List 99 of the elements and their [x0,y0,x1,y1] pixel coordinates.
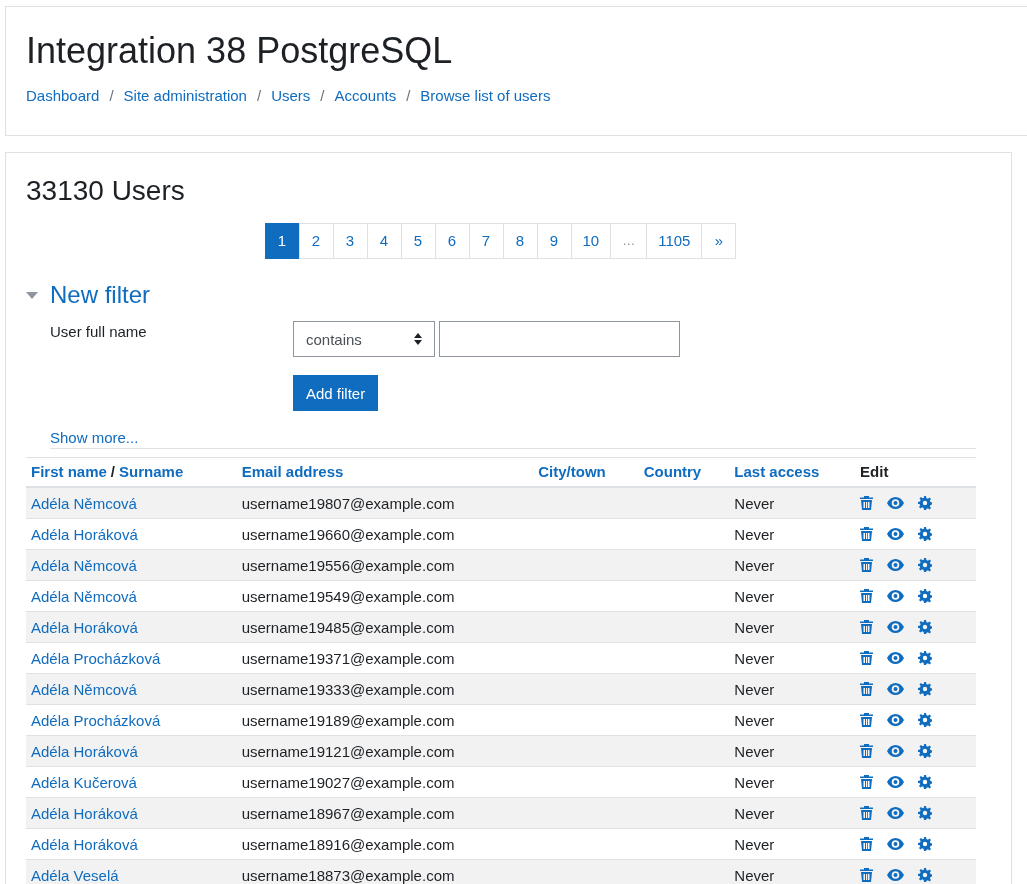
operator-select[interactable]: contains [293,321,435,357]
page-link[interactable]: 1105 [646,223,703,259]
settings-icon[interactable] [918,806,933,820]
page-link[interactable]: 4 [366,223,402,259]
page-link[interactable]: 2 [298,223,334,259]
user-name-link[interactable]: Adéla Horáková [31,525,138,543]
settings-icon[interactable] [918,682,933,696]
email-cell: username19333@example.com [236,673,534,705]
user-name-link[interactable]: Adéla Procházková [31,711,161,729]
page-link[interactable]: 6 [434,223,470,259]
eye-icon[interactable] [887,776,905,788]
trash-icon[interactable] [860,806,874,820]
page-heading: 33130 Users [26,174,186,208]
trash-icon[interactable] [860,744,874,758]
settings-icon[interactable] [918,744,933,758]
email-cell: username19556@example.com [236,549,534,581]
settings-icon[interactable] [918,496,933,510]
page-link[interactable]: 3 [332,223,368,259]
trash-icon[interactable] [860,496,874,510]
trash-icon[interactable] [860,589,874,603]
email-cell: username18873@example.com [236,859,534,884]
breadcrumb-link[interactable]: Site administration [123,87,247,104]
filter-text-input[interactable] [439,321,680,357]
trash-icon[interactable] [860,868,874,882]
settings-icon[interactable] [918,620,933,634]
last-access-cell: Never [729,797,856,829]
email-cell: username19807@example.com [236,487,534,519]
column-header: Edit [860,463,889,480]
last-access-cell: Never [729,735,856,767]
settings-icon[interactable] [918,837,933,851]
sort-header-link[interactable]: Email address [241,463,344,480]
eye-icon[interactable] [887,590,905,602]
breadcrumb-separator: / [255,87,263,104]
eye-icon[interactable] [887,497,905,509]
breadcrumb-link[interactable]: Dashboard [26,87,100,104]
page-link[interactable]: 9 [536,223,572,259]
breadcrumb-link[interactable]: Users [271,87,311,104]
pagination-ellipsis: … [610,223,648,259]
page-link[interactable]: 1 [264,223,300,259]
last-access-cell: Never [729,859,856,884]
email-cell: username19121@example.com [236,735,534,767]
email-cell: username19485@example.com [236,611,534,643]
eye-icon[interactable] [887,528,905,540]
page-link[interactable]: » [701,223,737,259]
page-link[interactable]: 10 [570,223,612,259]
page-link[interactable]: 7 [468,223,504,259]
breadcrumb-link[interactable]: Browse list of users [420,87,551,104]
trash-icon[interactable] [860,713,874,727]
trash-icon[interactable] [860,558,874,572]
settings-icon[interactable] [918,589,933,603]
filter-section-title[interactable]: New filter [50,281,151,309]
site-title: Integration 38 PostgreSQL [26,29,454,73]
breadcrumb-separator: / [405,87,412,104]
trash-icon[interactable] [860,775,874,789]
last-access-cell: Never [729,549,856,581]
eye-icon[interactable] [887,621,905,633]
filter-field-label: User full name [50,322,148,342]
breadcrumb-separator: / [108,87,115,104]
trash-icon[interactable] [860,682,874,696]
sort-header-link[interactable]: Surname [119,463,184,480]
eye-icon[interactable] [887,745,905,757]
sort-header-link[interactable]: City/town [538,463,606,480]
eye-icon[interactable] [887,838,905,850]
page-link[interactable]: 5 [400,223,436,259]
settings-icon[interactable] [918,775,933,789]
breadcrumb-link[interactable]: Accounts [334,87,397,104]
breadcrumb-separator: / [319,87,326,104]
header-separator: / [109,463,117,480]
page-link[interactable]: 8 [502,223,538,259]
last-access-cell: Never [729,673,856,705]
show-more-link[interactable]: Show more... [50,429,139,448]
user-name-link[interactable]: Adéla Horáková [31,835,138,853]
trash-icon[interactable] [860,527,874,541]
trash-icon[interactable] [860,651,874,665]
eye-icon[interactable] [887,807,905,819]
eye-icon[interactable] [887,652,905,664]
eye-icon[interactable] [887,683,905,695]
settings-icon[interactable] [918,868,933,882]
last-access-cell: Never [729,487,856,519]
settings-icon[interactable] [918,713,933,727]
collapse-caret-icon[interactable] [26,291,38,299]
sort-header-link[interactable]: Country [643,463,702,480]
add-filter-button[interactable]: Add filter [293,375,379,411]
trash-icon[interactable] [860,620,874,634]
email-cell: username18967@example.com [236,797,534,829]
eye-icon[interactable] [887,714,905,726]
trash-icon[interactable] [860,837,874,851]
last-access-cell: Never [729,611,856,643]
settings-icon[interactable] [918,558,933,572]
eye-icon[interactable] [887,559,905,571]
sort-header-link[interactable]: Last access [734,463,820,480]
user-name-link[interactable]: Adéla Kučerová [31,773,137,791]
sort-header-link[interactable]: First name [31,463,107,480]
eye-icon[interactable] [887,869,905,881]
user-name-link[interactable]: Adéla Procházková [31,649,161,667]
user-name-link[interactable]: Adéla Němcová [31,587,137,605]
settings-icon[interactable] [918,527,933,541]
settings-icon[interactable] [918,651,933,665]
updown-arrows-icon [414,333,422,345]
